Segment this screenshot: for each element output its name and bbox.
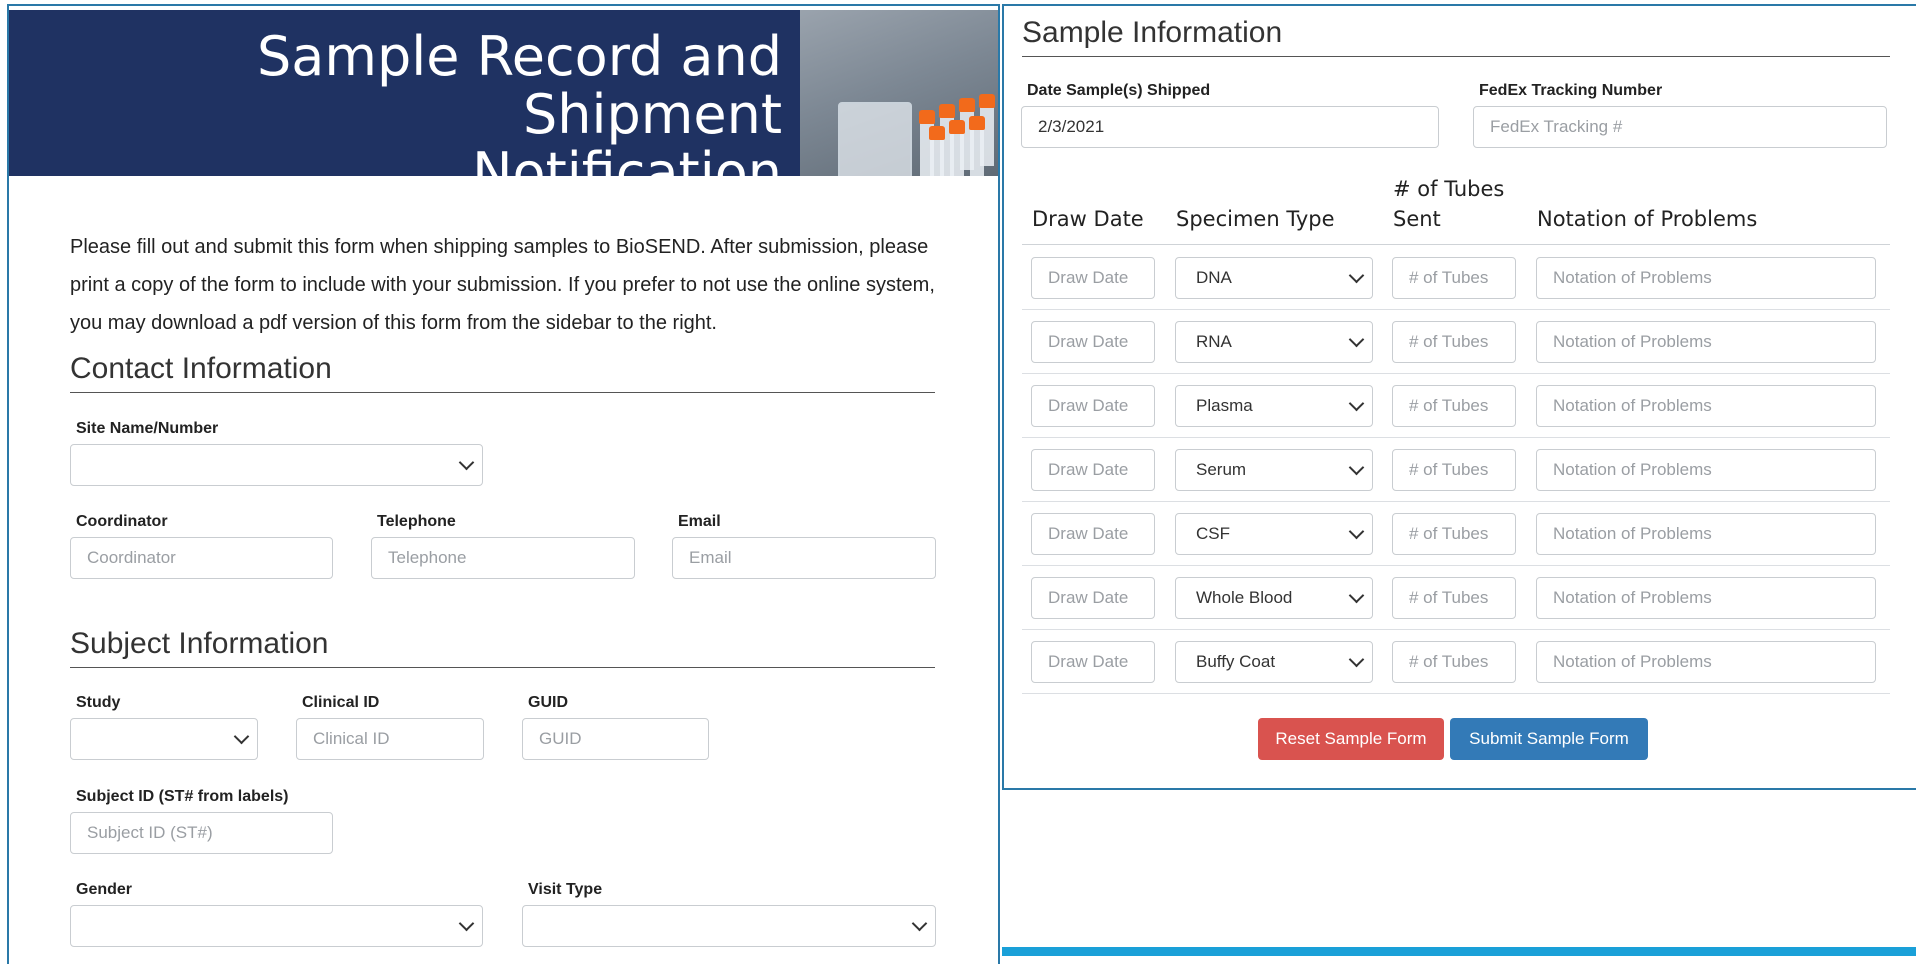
specimen-type-select[interactable]: CSF (1175, 513, 1373, 555)
problems-input[interactable] (1536, 449, 1876, 491)
bottom-accent-bar (1002, 947, 1916, 956)
sample-section-divider (1022, 56, 1890, 57)
specimen-type-header: Specimen Type (1176, 207, 1335, 231)
record-form-panel: Sample Record and Shipment Notification … (7, 4, 1000, 964)
sample-information-panel: Sample Information Date Sample(s) Shippe… (1002, 4, 1916, 790)
problems-input[interactable] (1536, 321, 1876, 363)
tubes-sent-input[interactable] (1392, 385, 1516, 427)
row-divider (1022, 501, 1890, 502)
draw-date-input[interactable] (1031, 641, 1155, 683)
tubes-sent-input[interactable] (1392, 513, 1516, 555)
chevron-down-icon (1348, 459, 1365, 476)
visit-type-label: Visit Type (528, 881, 603, 898)
page-title: Sample Record and Shipment Notification (257, 25, 782, 204)
specimen-type-value: Whole Blood (1196, 588, 1293, 607)
date-shipped-label: Date Sample(s) Shipped (1027, 82, 1211, 99)
chevron-down-icon (1348, 395, 1365, 412)
problems-input[interactable] (1536, 577, 1876, 619)
chevron-down-icon (1348, 523, 1365, 540)
specimen-type-value: DNA (1196, 268, 1232, 287)
specimen-type-select[interactable]: Buffy Coat (1175, 641, 1373, 683)
study-select[interactable] (70, 718, 258, 760)
date-shipped-input[interactable] (1021, 106, 1439, 148)
sample-section-title: Sample Information (1022, 16, 1283, 49)
chevron-down-icon (233, 728, 250, 745)
submit-sample-form-button[interactable]: Submit Sample Form (1450, 718, 1648, 760)
telephone-input[interactable] (371, 537, 635, 579)
row-divider (1022, 437, 1890, 438)
draw-date-input[interactable] (1031, 577, 1155, 619)
chevron-down-icon (458, 915, 475, 932)
guid-input[interactable] (522, 718, 709, 760)
gender-label: Gender (76, 881, 133, 898)
coordinator-input[interactable] (70, 537, 333, 579)
tubes-sent-header: # of Tubes Sent (1393, 177, 1505, 231)
header-banner: Sample Record and Shipment Notification (9, 10, 998, 202)
email-label: Email (678, 513, 721, 530)
contact-section-divider (70, 392, 935, 393)
subject-section-title: Subject Information (70, 627, 329, 660)
clinical-id-input[interactable] (296, 718, 484, 760)
row-divider (1022, 565, 1890, 566)
problems-input[interactable] (1536, 385, 1876, 427)
chevron-down-icon (1348, 331, 1365, 348)
coordinator-label: Coordinator (76, 513, 168, 530)
subject-section-divider (70, 667, 935, 668)
chevron-down-icon (911, 915, 928, 932)
tubes-sent-input[interactable] (1392, 449, 1516, 491)
problems-input[interactable] (1536, 641, 1876, 683)
fedex-label: FedEx Tracking Number (1479, 82, 1663, 99)
problems-input[interactable] (1536, 257, 1876, 299)
telephone-label: Telephone (377, 513, 456, 530)
problems-header: Notation of Problems (1537, 207, 1758, 231)
subject-id-label: Subject ID (ST# from labels) (76, 788, 289, 805)
table-header-divider (1022, 244, 1890, 245)
lab-sample-tubes-image (800, 10, 998, 176)
gender-select[interactable] (70, 905, 483, 947)
tubes-sent-input[interactable] (1392, 321, 1516, 363)
specimen-type-select[interactable]: Whole Blood (1175, 577, 1373, 619)
tubes-sent-input[interactable] (1392, 577, 1516, 619)
row-divider (1022, 373, 1890, 374)
reset-sample-form-button[interactable]: Reset Sample Form (1258, 718, 1444, 760)
chevron-down-icon (1348, 267, 1365, 284)
problems-input[interactable] (1536, 513, 1876, 555)
site-label: Site Name/Number (76, 420, 219, 437)
specimen-type-value: Buffy Coat (1196, 652, 1276, 671)
draw-date-header: Draw Date (1032, 207, 1144, 231)
chevron-down-icon (458, 454, 475, 471)
contact-section-title: Contact Information (70, 352, 332, 385)
tubes-sent-input[interactable] (1392, 257, 1516, 299)
clinical-id-label: Clinical ID (302, 694, 380, 711)
draw-date-input[interactable] (1031, 385, 1155, 427)
specimen-type-select[interactable]: RNA (1175, 321, 1373, 363)
chevron-down-icon (1348, 587, 1365, 604)
visit-type-select[interactable] (522, 905, 936, 947)
tubes-sent-input[interactable] (1392, 641, 1516, 683)
draw-date-input[interactable] (1031, 321, 1155, 363)
subject-id-input[interactable] (70, 812, 333, 854)
draw-date-input[interactable] (1031, 449, 1155, 491)
site-select[interactable] (70, 444, 483, 486)
study-label: Study (76, 694, 121, 711)
specimen-type-select[interactable]: Serum (1175, 449, 1373, 491)
intro-paragraph: Please fill out and submit this form whe… (70, 236, 935, 334)
row-divider (1022, 693, 1890, 694)
chevron-down-icon (1348, 651, 1365, 668)
specimen-type-value: CSF (1196, 524, 1230, 543)
specimen-type-select[interactable]: Plasma (1175, 385, 1373, 427)
guid-label: GUID (528, 694, 568, 711)
email-input[interactable] (672, 537, 936, 579)
draw-date-input[interactable] (1031, 513, 1155, 555)
row-divider (1022, 629, 1890, 630)
specimen-type-value: Plasma (1196, 396, 1253, 415)
beaker-graphic (838, 102, 912, 176)
specimen-type-value: RNA (1196, 332, 1232, 351)
specimen-type-value: Serum (1196, 460, 1247, 479)
draw-date-input[interactable] (1031, 257, 1155, 299)
row-divider (1022, 309, 1890, 310)
fedex-tracking-input[interactable] (1473, 106, 1887, 148)
specimen-type-select[interactable]: DNA (1175, 257, 1373, 299)
